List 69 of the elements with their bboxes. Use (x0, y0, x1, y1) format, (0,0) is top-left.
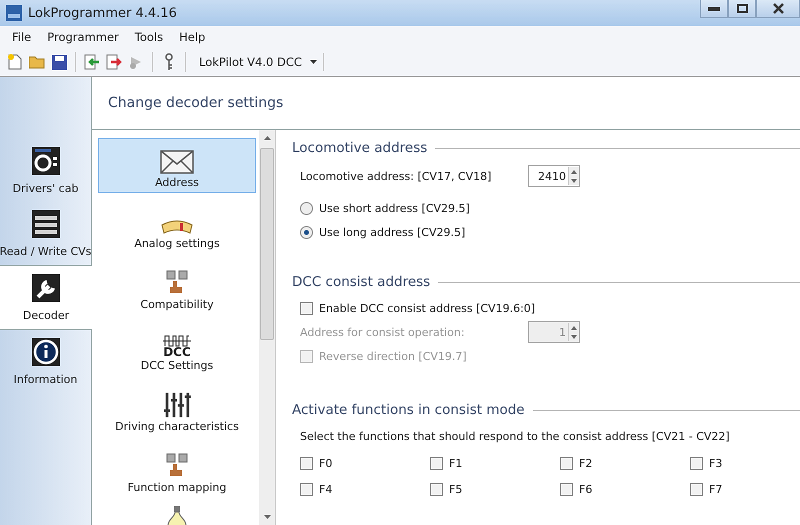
cab-icon (30, 145, 62, 177)
checkbox[interactable] (430, 456, 443, 470)
maximize-button[interactable] (728, 0, 756, 18)
scroll-up-icon[interactable] (264, 136, 270, 140)
field-label: Address for consist operation: (300, 326, 466, 338)
scrollbar[interactable] (259, 130, 275, 525)
cv-icon (30, 208, 62, 240)
address-spinner[interactable]: 2410 (528, 165, 580, 187)
group-title: Activate functions in consist mode (292, 402, 525, 418)
envelope-icon (160, 150, 194, 174)
category-item[interactable]: Driving characteristics (98, 382, 256, 437)
decoder-dropdown[interactable]: LokPilot V4.0 DCC (193, 53, 324, 71)
checkbox[interactable] (430, 482, 443, 496)
nav-tab[interactable]: Decoder (0, 265, 92, 330)
checkbox[interactable] (300, 456, 313, 470)
menu-item[interactable]: Help (171, 30, 214, 44)
checkbox-label: F1 (449, 456, 462, 470)
app-icon (6, 5, 22, 21)
page-heading: Change decoder settings (92, 77, 800, 130)
checkbox[interactable] (300, 482, 313, 496)
radio-option[interactable]: Use long address [CV29.5] (300, 226, 466, 238)
window-title: LokProgrammer 4.4.16 (28, 6, 177, 20)
checkbox[interactable] (690, 456, 703, 470)
spin-arrows-icon[interactable] (568, 167, 579, 185)
checkbox-label: F6 (579, 482, 592, 496)
checkbox-label: F3 (709, 456, 722, 470)
nav-tab[interactable]: Information (0, 330, 91, 393)
gauge-icon (160, 219, 194, 235)
field-label: Locomotive address: [CV17, CV18] (300, 170, 492, 182)
export-icon[interactable] (105, 53, 123, 71)
group-title: Locomotive address (292, 140, 428, 156)
category-item[interactable]: DCC DCC Settings (98, 321, 256, 376)
new-file-icon[interactable] (6, 53, 24, 71)
info-icon (30, 336, 62, 368)
scroll-down-icon[interactable] (264, 515, 270, 519)
nav-tab[interactable]: Read / Write CVs (0, 202, 91, 265)
minimize-button[interactable] (700, 0, 728, 18)
checkbox[interactable] (560, 456, 573, 470)
checkbox[interactable] (560, 482, 573, 496)
sliders-icon (163, 392, 191, 418)
menu-item[interactable]: File (4, 30, 40, 44)
nav-tab[interactable]: Drivers' cab (0, 139, 91, 202)
decoder-icon (30, 272, 62, 304)
menu-item[interactable]: Tools (126, 30, 172, 44)
maximize-icon (736, 4, 748, 13)
hint-text: Select the functions that should respond to the consist address [CV21 - CV22] (300, 430, 730, 442)
caret-icon (310, 60, 317, 64)
keys-hand-icon (164, 270, 190, 296)
close-button[interactable] (756, 0, 800, 18)
checkbox-label: F7 (709, 482, 722, 496)
checkbox-label: F0 (319, 456, 332, 470)
checkbox-label: Enable DCC consist address [CV19.6:0] (319, 302, 536, 314)
radio-option[interactable]: Use short address [CV29.5] (300, 202, 470, 214)
minimize-icon (708, 6, 720, 10)
checkbox-label: F5 (449, 482, 462, 496)
checkbox-label: F2 (579, 456, 592, 470)
group-title: DCC consist address (292, 274, 430, 290)
checkbox-label: Reverse direction [CV19.7] (319, 350, 467, 362)
keys-hand-icon (164, 453, 190, 479)
category-item[interactable]: Address (98, 138, 256, 193)
category-item[interactable]: Function mapping (98, 443, 256, 498)
checkbox[interactable] (690, 482, 703, 496)
save-icon[interactable] (50, 53, 68, 71)
category-item[interactable]: Analog settings (98, 199, 256, 254)
menu-item[interactable]: Programmer (39, 30, 127, 44)
close-icon (772, 3, 784, 14)
category-item[interactable]: Compatibility (98, 260, 256, 315)
checkbox-label: F4 (319, 482, 332, 496)
import-icon[interactable] (83, 53, 101, 71)
